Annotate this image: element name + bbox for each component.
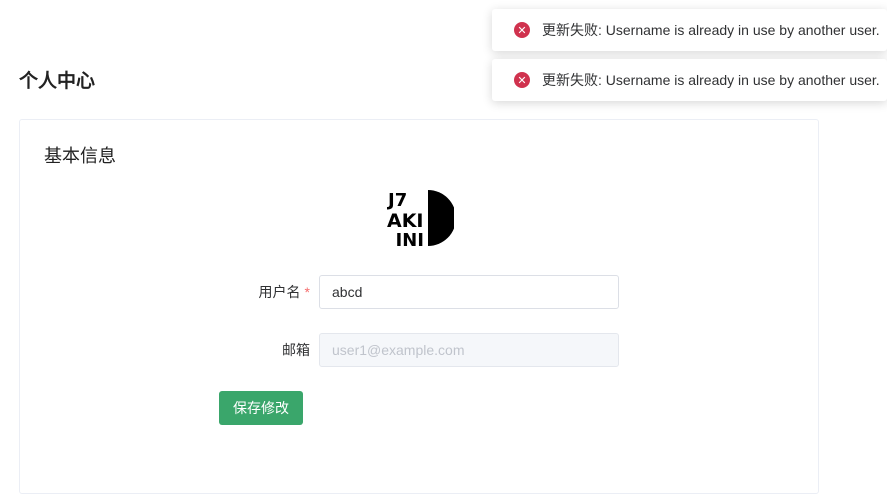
error-x-icon: ✕: [514, 22, 530, 38]
save-button[interactable]: 保存修改: [219, 391, 303, 425]
card-title: 基本信息: [44, 146, 116, 166]
username-row: 用户名 *: [20, 275, 820, 309]
error-toast: ✕ 更新失败: Username is already in use by an…: [492, 9, 887, 51]
email-row: 邮箱: [20, 333, 820, 367]
required-mark: *: [304, 284, 310, 300]
avatar[interactable]: J7 AKI INI: [384, 186, 456, 252]
svg-text:J7: J7: [386, 190, 407, 211]
email-label: 邮箱: [282, 342, 310, 358]
toast-message: 更新失败: Username is already in use by anot…: [542, 22, 880, 38]
username-input[interactable]: [319, 275, 619, 309]
akiani-logo-icon: J7 AKI INI: [386, 190, 456, 249]
email-input: [319, 333, 619, 367]
page-title: 个人中心: [19, 71, 96, 92]
toast-message: 更新失败: Username is already in use by anot…: [542, 72, 880, 88]
error-x-icon: ✕: [514, 72, 530, 88]
svg-text:INI: INI: [396, 228, 424, 249]
basic-info-card: 基本信息 J7 AKI INI 用户名* 邮箱 保存修改: [19, 119, 819, 494]
error-toast: ✕ 更新失败: Username is already in use by an…: [492, 59, 887, 101]
username-label: 用户名 *: [258, 284, 310, 300]
